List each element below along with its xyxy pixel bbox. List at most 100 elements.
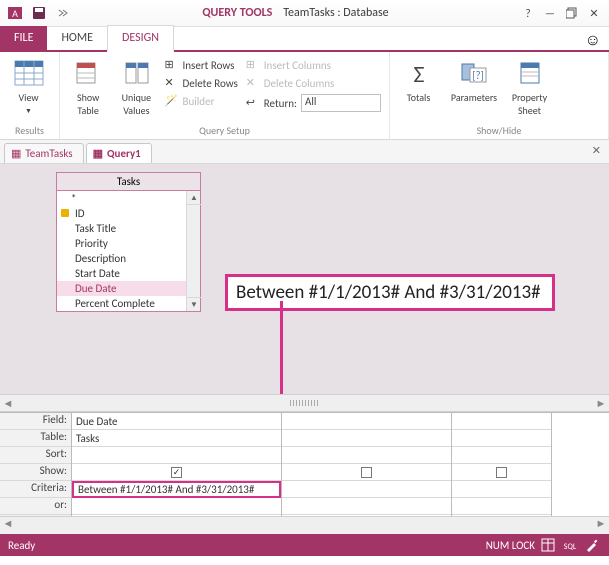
field-task-title[interactable]: Task Title [57,221,200,236]
titlebar: A QUERY TOOLS TeamTasks : Database ? — ✕ [0,0,609,27]
label-criteria: Criteria: [0,481,71,498]
show-table-label: Show Table [77,91,99,117]
qbe-criteria[interactable]: Between #1/1/2013# And #3/31/2013# [72,481,281,498]
insert-columns-button[interactable]: ⊞Insert Columns [244,57,383,73]
feedback-icon[interactable]: ☺ [585,31,601,50]
close-icon[interactable]: ✕ [583,2,605,24]
parameters-button[interactable]: [?] Parameters [445,55,503,104]
show-table-icon [72,57,104,89]
ribbon: View ▼ Results Show Table Unique Values … [0,52,609,140]
label-show: Show: [0,464,71,481]
scroll-up-icon[interactable]: ▲ [187,191,201,205]
tab-home[interactable]: HOME [47,26,107,50]
qbe-grid: Field: Table: Sort: Show: Criteria: or: … [0,412,609,516]
qbe-show[interactable] [452,464,551,481]
return-select[interactable]: All [301,94,381,112]
svg-text:[?]: [?] [472,69,484,82]
field-percent-complete[interactable]: Percent Complete [57,296,200,311]
pane-splitter[interactable]: ◄ ► [0,394,609,412]
return-control: ↩ Return: All [244,93,383,113]
checkbox-checked-icon [171,467,182,478]
view-button[interactable]: View ▼ [6,55,51,115]
status-numlock: NUM LOCK [486,539,535,552]
access-app-icon[interactable]: A [4,2,26,24]
datasheet-icon [13,57,45,89]
chevron-down-icon: ▼ [25,106,32,115]
scroll-right-icon[interactable]: ► [593,397,609,410]
insert-rows-icon: ⊞ [165,58,179,72]
doctab-query1[interactable]: ▦Query1 [86,143,152,163]
unique-values-label: Unique Values [122,91,151,117]
unique-values-button[interactable]: Unique Values [114,55,158,117]
table-tasks[interactable]: Tasks * ID Task Title Priority Descripti… [56,172,201,312]
delete-rows-button[interactable]: ✕Delete Rows [163,75,240,91]
qbe-table[interactable] [282,430,451,447]
show-table-button[interactable]: Show Table [66,55,110,117]
qbe-or[interactable] [72,498,281,515]
qbe-or[interactable] [282,498,451,515]
field-list-scrollbar[interactable]: ▲ ▼ [186,191,200,311]
window-buttons: ? — ✕ [517,2,609,24]
qbe-table[interactable] [452,430,551,447]
tab-file[interactable]: FILE [0,26,47,50]
delete-rows-icon: ✕ [165,76,179,90]
insert-cols-icon: ⊞ [246,58,260,72]
restore-icon[interactable] [561,2,583,24]
insert-rows-button[interactable]: ⊞Insert Rows [163,57,240,73]
scroll-down-icon[interactable]: ▼ [187,297,201,311]
field-description[interactable]: Description [57,251,200,266]
db-title: TeamTasks : Database [283,6,388,20]
qbe-criteria[interactable] [452,481,551,498]
field-priority[interactable]: Priority [57,236,200,251]
qbe-sort[interactable] [72,447,281,464]
doctab-teamtasks[interactable]: ▦TeamTasks [4,143,84,163]
totals-button[interactable]: Σ Totals [396,55,441,104]
field-star[interactable]: * [57,191,200,206]
qbe-sort[interactable] [452,447,551,464]
delete-cols-icon: ✕ [246,76,260,90]
builder-button[interactable]: 🪄Builder [163,93,240,109]
qbe-hscroll[interactable]: ◄ ► [0,516,609,534]
view-sql-icon[interactable]: SQL [561,536,579,554]
qbe-or[interactable] [452,498,551,515]
group-querysetup-label: Query Setup [66,122,383,139]
qbe-sort[interactable] [282,447,451,464]
qbe-col-3 [452,413,552,516]
qbe-field[interactable]: Due Date [72,413,281,430]
qbe-field[interactable] [452,413,551,430]
qbe-show[interactable] [282,464,451,481]
delete-columns-button[interactable]: ✕Delete Columns [244,75,383,91]
document-tabs: ▦TeamTasks ▦Query1 ✕ [0,140,609,164]
query-icon: ▦ [93,147,103,160]
field-due-date[interactable]: Due Date [57,281,200,296]
label-sort: Sort: [0,447,71,464]
status-ready: Ready [8,539,35,552]
splitter-grip-icon [290,400,320,406]
query-design-surface[interactable]: Tasks * ID Task Title Priority Descripti… [0,164,609,394]
minimize-icon[interactable]: — [539,2,561,24]
scroll-right-icon[interactable]: ► [593,517,609,534]
status-bar: Ready NUM LOCK SQL [0,534,609,556]
tab-design[interactable]: DESIGN [107,25,174,52]
field-id[interactable]: ID [57,206,200,221]
field-list[interactable]: * ID Task Title Priority Description Sta… [57,191,200,311]
scroll-left-icon[interactable]: ◄ [0,397,16,410]
qat-more-icon[interactable] [52,2,74,24]
doctab-close-icon[interactable]: ✕ [592,144,601,157]
view-design-icon[interactable] [583,536,601,554]
qbe-criteria[interactable] [282,481,451,498]
qbe-show[interactable] [72,464,281,481]
property-sheet-button[interactable]: Property Sheet [507,55,552,117]
save-icon[interactable] [28,2,50,24]
field-start-date[interactable]: Start Date [57,266,200,281]
return-icon: ↩ [246,96,260,110]
qbe-row-labels: Field: Table: Sort: Show: Criteria: or: [0,413,72,516]
qbe-table[interactable]: Tasks [72,430,281,447]
scroll-left-icon[interactable]: ◄ [0,517,16,534]
unique-values-icon [120,57,152,89]
view-datasheet-icon[interactable] [539,536,557,554]
query-tools-label: QUERY TOOLS [202,6,272,20]
help-icon[interactable]: ? [517,2,539,24]
qbe-field[interactable] [282,413,451,430]
svg-text:Σ: Σ [413,60,424,86]
